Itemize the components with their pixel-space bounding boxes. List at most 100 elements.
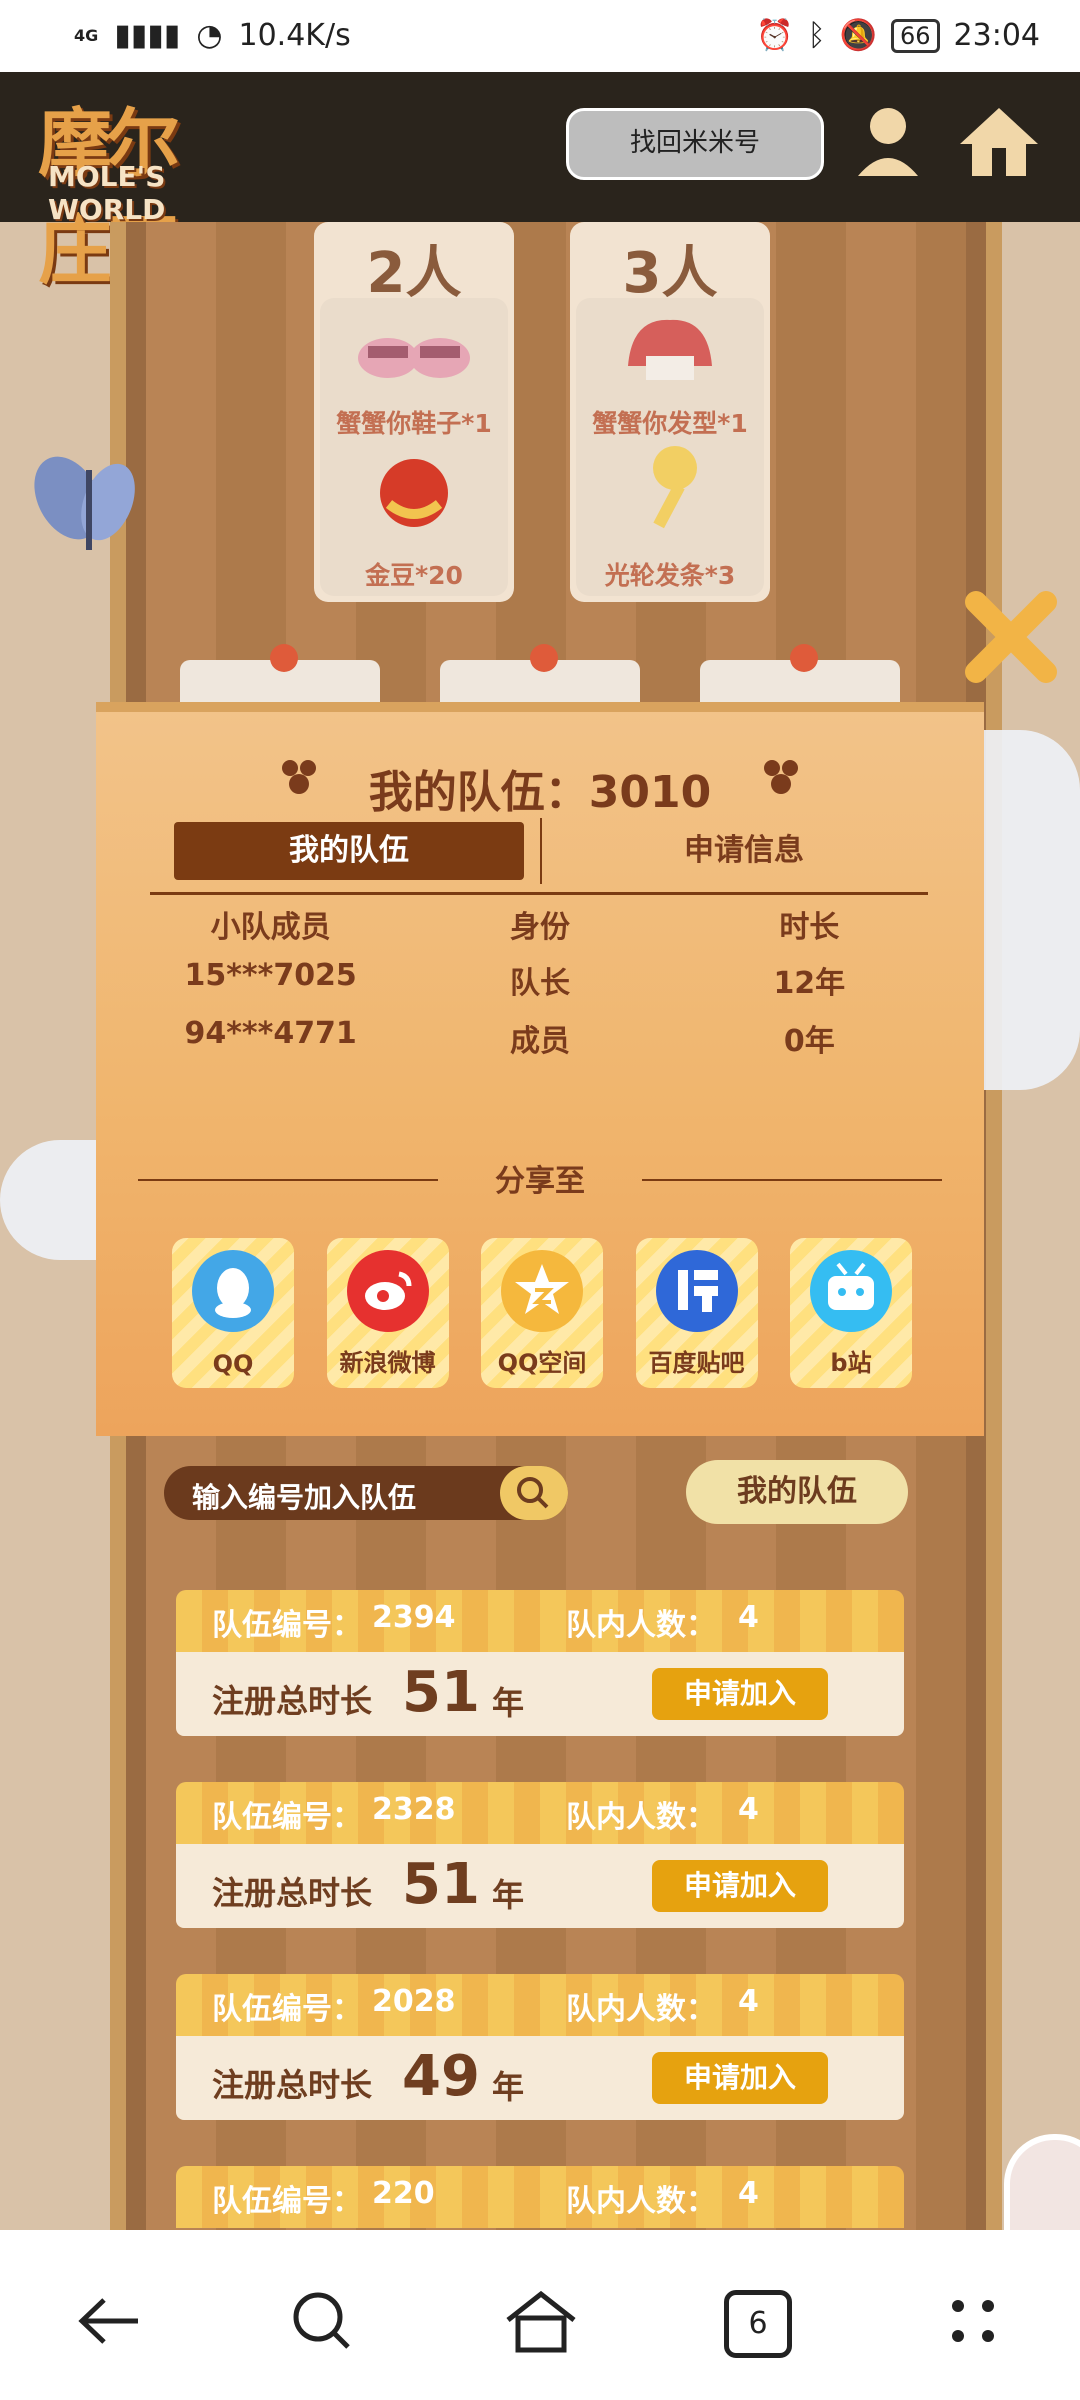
member-count: 4 [738, 2176, 759, 2211]
paw-right-icon [762, 758, 800, 800]
tab-divider [540, 818, 542, 884]
mute-icon: 🔕 [839, 18, 877, 53]
my-team-modal: 我的队伍：3010 我的队伍 申请信息 小队成员 身份 时长 15***7025… [96, 702, 984, 1436]
team-id: 220 [372, 2176, 435, 2211]
back-icon[interactable] [64, 2286, 154, 2356]
search-icon[interactable] [276, 2286, 366, 2356]
total-duration-label: 注册总时长 [212, 1682, 373, 1720]
total-duration-value: 51 [402, 1660, 480, 1725]
apply-join-button[interactable]: 申请加入 [652, 1668, 828, 1720]
header-member: 小队成员 [210, 910, 331, 945]
share-name: b站 [830, 1349, 872, 1377]
team-card-body: 注册总时长 51 年 申请加入 [176, 1844, 904, 1928]
share-bilibili-button[interactable]: b站 [790, 1238, 912, 1388]
member-count-label: 队内人数： [566, 1800, 716, 1835]
tabs-icon[interactable]: 6 [710, 2286, 800, 2358]
total-duration-value: 49 [402, 2044, 480, 2109]
share-name: 新浪微博 [339, 1349, 436, 1377]
team-id-label: 队伍编号： [212, 1608, 362, 1643]
home-icon[interactable] [954, 102, 1044, 186]
team-card-header: 队伍编号： 2394 队内人数： 4 [176, 1590, 904, 1652]
close-icon[interactable] [956, 584, 1066, 698]
share-targets: QQ 新浪微博 QQ空间 百度贴吧 b站 [172, 1238, 912, 1388]
home-icon[interactable] [496, 2286, 586, 2356]
member-count-label: 队内人数： [566, 2184, 716, 2219]
total-duration-unit: 年 [492, 2068, 525, 2106]
total-duration-label: 注册总时长 [212, 1874, 373, 1912]
shoes-icon [344, 312, 484, 396]
gold-bean-icon [369, 448, 459, 542]
menu-icon[interactable] [928, 2286, 1018, 2356]
network-badge: 4G [74, 26, 99, 45]
team-id: 2394 [372, 1600, 456, 1635]
tab-application-info[interactable]: 申请信息 [574, 822, 914, 880]
tabs-count: 6 [748, 2306, 768, 2341]
member-id: 15***7025 [184, 958, 357, 993]
browser-bottom-nav: 6 [0, 2230, 1080, 2400]
share-section-header: 分享至 [138, 1156, 942, 1206]
team-card: 队伍编号： 2328 队内人数： 4 注册总时长 51 年 申请加入 [176, 1782, 904, 1928]
reward-item-label: 蟹蟹你发型*1 [592, 409, 748, 438]
signal-icon: ▮▮▮▮ [114, 18, 181, 53]
team-id-label: 队伍编号： [212, 2184, 362, 2219]
member-count-label: 队内人数： [566, 1992, 716, 2027]
team-id: 2028 [372, 1984, 456, 2019]
join-team-input[interactable]: 输入编号加入队伍 [164, 1466, 568, 1520]
member-count: 4 [738, 1984, 759, 2019]
share-tieba-button[interactable]: 百度贴吧 [635, 1238, 758, 1388]
share-qq-button[interactable]: QQ [172, 1238, 294, 1388]
share-divider-right [642, 1179, 942, 1181]
team-card: 队伍编号： 220 队内人数： 4 [176, 2166, 904, 2230]
join-placeholder: 输入编号加入队伍 [192, 1481, 417, 1514]
header-role: 身份 [509, 910, 570, 945]
member-table-header: 小队成员 身份 时长 [136, 902, 944, 946]
member-count: 4 [738, 1600, 759, 1635]
battery-indicator: 66 [890, 18, 940, 53]
member-role: 队长 [509, 966, 570, 1001]
member-duration: 12年 [773, 966, 846, 1001]
team-card: 队伍编号： 2028 队内人数： 4 注册总时长 49 年 申请加入 [176, 1974, 904, 2120]
status-bar: 4G ▮▮▮▮ ◔ 10.4K/s ⏰ ᛒ 🔕 66 23:04 [0, 0, 1080, 72]
member-row: 94***4771 成员 0年 [136, 1016, 944, 1060]
apply-join-button[interactable]: 申请加入 [652, 2052, 828, 2104]
total-duration-label: 注册总时长 [212, 2066, 373, 2104]
member-count-label: 队内人数： [566, 1608, 716, 1643]
game-logo[interactable]: 摩尔庄园 MOLE'S WORLD [28, 84, 238, 294]
total-duration-unit: 年 [492, 1876, 525, 1914]
member-id: 94***4771 [184, 1016, 357, 1051]
reward-items: 蟹蟹你鞋子*1 金豆*20 [320, 298, 508, 596]
share-qzone-button[interactable]: QQ空间 [481, 1238, 603, 1388]
paw-left-icon [280, 758, 318, 800]
reward-count: 3人 [622, 241, 718, 306]
qzone-icon [501, 1250, 583, 1332]
pin-icon [530, 644, 558, 672]
team-card-body: 注册总时长 51 年 申请加入 [176, 1652, 904, 1736]
status-right: ⏰ ᛒ 🔕 66 23:04 [756, 18, 1040, 53]
join-search-button[interactable] [500, 1466, 568, 1520]
reward-item-label: 金豆*20 [365, 561, 463, 590]
hairstyle-icon [610, 308, 730, 402]
team-card-header: 队伍编号： 2028 队内人数： 4 [176, 1974, 904, 2036]
tab-my-team[interactable]: 我的队伍 [174, 822, 524, 880]
team-card: 队伍编号： 2394 队内人数： 4 注册总时长 51 年 申请加入 [176, 1590, 904, 1736]
modal-title: 我的队伍：3010 [368, 767, 712, 818]
alarm-icon: ⏰ [756, 18, 794, 53]
reward-item-label: 蟹蟹你鞋子*1 [336, 409, 492, 438]
apply-join-button[interactable]: 申请加入 [652, 1860, 828, 1912]
share-weibo-button[interactable]: 新浪微博 [326, 1238, 449, 1388]
share-name: QQ [212, 1350, 254, 1378]
share-name: QQ空间 [497, 1349, 587, 1377]
butterfly-icon [28, 444, 148, 578]
reward-items: 蟹蟹你发型*1 光轮发条*3 [576, 298, 764, 596]
find-account-button[interactable]: 找回米米号 [566, 108, 824, 180]
member-role: 成员 [509, 1024, 570, 1059]
bluetooth-icon: ᛒ [807, 18, 826, 53]
tieba-icon [655, 1250, 738, 1332]
user-icon[interactable] [848, 102, 928, 186]
team-id-label: 队伍编号： [212, 1992, 362, 2027]
reward-card-3: 3人 蟹蟹你发型*1 光轮发条*3 [570, 222, 770, 602]
my-team-button[interactable]: 我的队伍 [686, 1460, 908, 1524]
member-count: 4 [738, 1792, 759, 1827]
team-card-header: 队伍编号： 220 队内人数： 4 [176, 2166, 904, 2228]
pin-icon [790, 644, 818, 672]
